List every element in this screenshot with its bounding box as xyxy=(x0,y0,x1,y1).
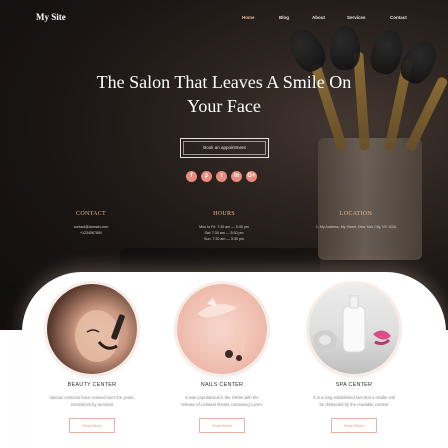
social-links: f p t in G+ xyxy=(186,171,264,183)
nails-center-image xyxy=(177,284,267,374)
hero-headline-line2: Your Face xyxy=(187,96,261,116)
contact-title: CONTACT xyxy=(76,211,106,217)
hero-headline-line1: The Salon That Leaves A Smile On xyxy=(96,72,352,92)
beauty-face-illustration xyxy=(75,310,125,362)
service-description-line: sometimes by accident xyxy=(70,402,114,407)
nav-item-about[interactable]: About xyxy=(312,15,325,20)
spa-illustration xyxy=(313,295,391,353)
location-address: 1, My Address, My Street, New York City,… xyxy=(315,225,397,229)
read-more-button[interactable]: Read More xyxy=(199,418,245,433)
book-appointment-button[interactable]: Book an appointment xyxy=(180,138,269,158)
top-navigation: My Site Home Blog About Services Contact xyxy=(0,0,448,36)
hours-sunday: Sun: 7:30 am — 5:30 pm xyxy=(204,237,244,241)
hours-title: HOURS xyxy=(213,211,235,217)
nav-item-services[interactable]: Services xyxy=(347,15,366,20)
service-description: It is a long established fact that a rea… xyxy=(298,394,410,408)
service-title: SPA CENTER xyxy=(335,382,373,388)
spa-center-image xyxy=(309,284,399,374)
service-description-line: It is a long established fact that a rea… xyxy=(313,395,395,400)
service-title: BEAUTY CENTER xyxy=(67,382,117,388)
site-logo[interactable]: My Site xyxy=(36,12,66,22)
nav-item-blog[interactable]: Blog xyxy=(279,15,289,20)
service-card-spa: SPA CENTER It is a long established fact… xyxy=(298,284,410,433)
twitter-icon[interactable]: t xyxy=(216,171,227,182)
location-info: LOCATION 1, My Address, My Street, New Y… xyxy=(300,211,412,230)
nav-item-home[interactable]: Home xyxy=(242,15,255,20)
nav-item-contact[interactable]: Contact xyxy=(390,15,407,20)
service-description: Various versions have evolved over the y… xyxy=(36,394,148,408)
read-more-button[interactable]: Read More xyxy=(69,418,115,433)
service-description-line: Various versions have evolved over the y… xyxy=(49,395,135,400)
service-description: It was popularised in the 1960s with the… xyxy=(166,394,278,408)
service-description-line: be distracted by the readable content xyxy=(319,402,389,407)
google-plus-icon[interactable]: G+ xyxy=(246,171,257,182)
contact-info: CONTACT contact@domain.com +1234567890 xyxy=(50,211,132,236)
hero-headline: The Salon That Leaves A Smile On Your Fa… xyxy=(60,70,388,118)
hours-info: HOURS Mon to Fri: 7:30 am — 5:30 pm Sat:… xyxy=(180,211,268,242)
pinterest-icon[interactable]: p xyxy=(201,171,212,182)
facebook-icon[interactable]: f xyxy=(186,171,197,182)
location-title: LOCATION xyxy=(339,211,373,217)
service-title: NAILS CENTER xyxy=(200,382,244,388)
beauty-center-image xyxy=(47,284,137,374)
contact-phone[interactable]: +1234567890 xyxy=(50,230,132,236)
read-more-button[interactable]: Read More xyxy=(331,418,377,433)
nails-illustration xyxy=(197,298,246,361)
service-description-line: It was popularised in the 1960s with the xyxy=(185,395,259,400)
linkedin-icon[interactable]: in xyxy=(231,171,242,182)
service-card-nails: NAILS CENTER It was popularised in the 1… xyxy=(166,284,278,433)
service-card-beauty: BEAUTY CENTER Various versions have evol… xyxy=(36,284,148,433)
service-description-line: release of Letraset sheets containing Lo… xyxy=(181,402,263,407)
services-section: BEAUTY CENTER Various versions have evol… xyxy=(22,272,446,448)
